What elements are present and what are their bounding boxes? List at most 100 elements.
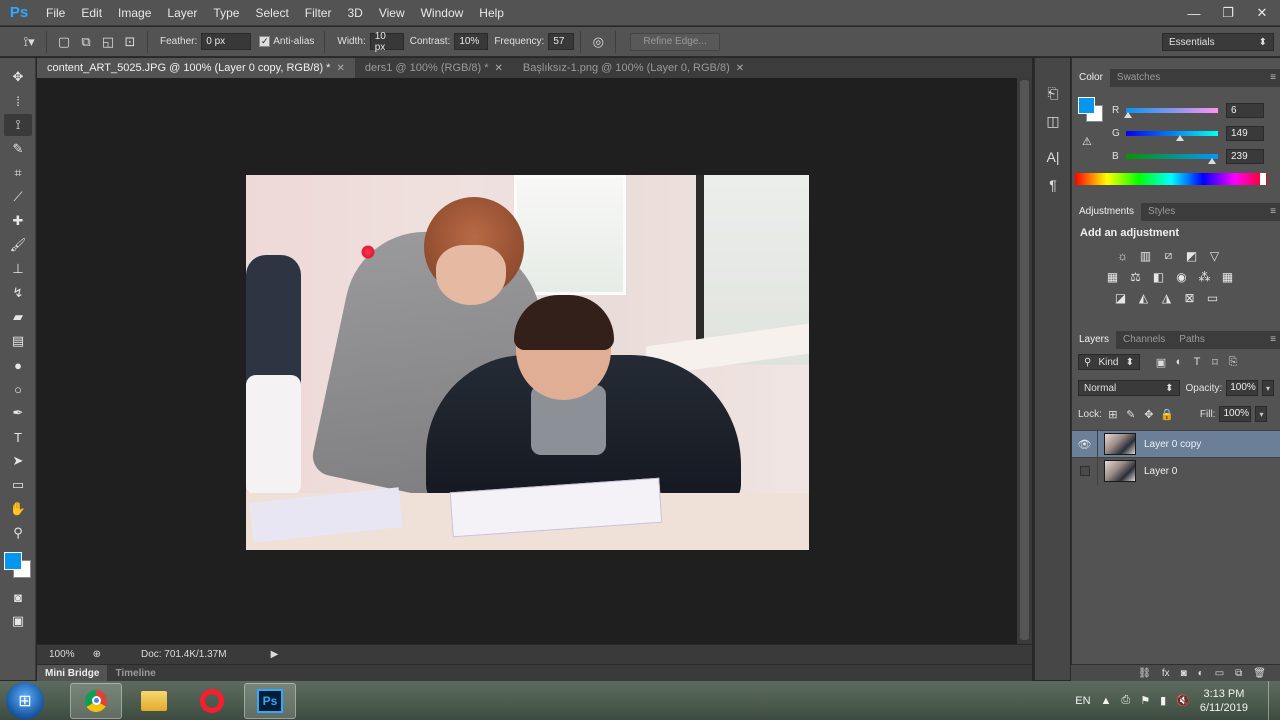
lasso-tool-icon[interactable]: ⟟ [4, 114, 32, 136]
dodge-tool-icon[interactable]: ○ [4, 378, 32, 400]
panel-menu-icon[interactable]: ≡ [1270, 72, 1276, 83]
tab-swatches[interactable]: Swatches [1110, 69, 1167, 87]
crop-tool-icon[interactable]: ⌗ [4, 162, 32, 184]
properties-panel-icon[interactable]: ◫ [1039, 110, 1067, 132]
workspace-select[interactable]: Essentials ⬍ [1162, 33, 1274, 51]
red-value[interactable]: 6 [1226, 102, 1264, 118]
type-filter-icon[interactable]: T [1190, 355, 1204, 369]
device-icon[interactable]: ⎙ [1121, 694, 1130, 707]
tab-color[interactable]: Color [1072, 69, 1110, 87]
black-white-icon[interactable]: ◧ [1150, 268, 1167, 285]
menu-edit[interactable]: Edit [73, 0, 110, 26]
opacity-input[interactable]: 100% [1226, 380, 1259, 396]
clock[interactable]: 3:13 PM 6/11/2019 [1200, 687, 1248, 715]
blur-tool-icon[interactable]: ● [4, 354, 32, 376]
close-button[interactable]: ✕ [1252, 5, 1272, 21]
threshold-icon[interactable]: ◮ [1158, 289, 1175, 306]
posterize-icon[interactable]: ◭ [1135, 289, 1152, 306]
path-selection-tool-icon[interactable]: ➤ [4, 450, 32, 472]
blue-thumb[interactable] [1208, 157, 1217, 164]
blue-slider[interactable]: B 239 [1112, 148, 1280, 164]
eraser-tool-icon[interactable]: ▰ [4, 306, 32, 328]
menu-3d[interactable]: 3D [339, 0, 370, 26]
red-slider[interactable]: R 6 [1112, 102, 1280, 118]
shape-filter-icon[interactable]: ⌑ [1208, 355, 1222, 369]
blend-mode-select[interactable]: Normal ⬍ [1078, 380, 1180, 396]
vibrance-icon[interactable]: ▽ [1206, 247, 1223, 264]
close-icon[interactable]: ✕ [495, 63, 503, 74]
frequency-input[interactable]: 57 [548, 33, 575, 50]
lock-all-icon[interactable]: 🔒 [1160, 407, 1174, 421]
tab-paths[interactable]: Paths [1172, 331, 1212, 349]
character-panel-icon[interactable]: A| [1039, 146, 1067, 168]
show-desktop-button[interactable] [1268, 681, 1280, 720]
blue-track[interactable] [1126, 153, 1218, 164]
history-brush-tool-icon[interactable]: ↯ [4, 282, 32, 304]
layer-style-icon[interactable]: fx [1162, 668, 1170, 679]
layer-row-layer-0[interactable]: Layer 0 [1072, 457, 1280, 485]
marquee-tool-icon[interactable]: ⁞ [4, 90, 32, 112]
tab-adjustments[interactable]: Adjustments [1072, 203, 1142, 221]
brush-tool-icon[interactable]: 🖌 [4, 234, 32, 256]
start-button[interactable]: ⊞ [6, 681, 44, 720]
volume-icon[interactable]: 🔇 [1176, 694, 1190, 707]
new-adjustment-layer-icon[interactable]: ◐ [1198, 668, 1204, 679]
gamut-warning-icon[interactable]: ⚠ [1082, 135, 1092, 148]
taskbar-chrome[interactable] [70, 682, 122, 719]
lock-image-icon[interactable]: ✎ [1124, 407, 1138, 421]
history-panel-icon[interactable]: ⎗ [1039, 82, 1067, 104]
flag-icon[interactable]: ⚑ [1140, 694, 1150, 707]
color-spectrum-bar[interactable] [1075, 173, 1267, 185]
pixel-filter-icon[interactable]: ▣ [1154, 355, 1168, 369]
color-balance-icon[interactable]: ⚖ [1127, 268, 1144, 285]
gradient-map-icon[interactable]: ▭ [1204, 289, 1221, 306]
status-menu-icon[interactable]: ▶ [271, 649, 279, 660]
adjustment-filter-icon[interactable]: ◐ [1172, 355, 1186, 369]
move-tool-icon[interactable]: ✥ [4, 66, 32, 88]
exposure-icon[interactable]: ◩ [1183, 247, 1200, 264]
show-hidden-icons-icon[interactable]: ▲ [1101, 695, 1112, 707]
color-lookup-icon[interactable]: ▦ [1219, 268, 1236, 285]
menu-filter[interactable]: Filter [297, 0, 340, 26]
menu-layer[interactable]: Layer [159, 0, 205, 26]
menu-window[interactable]: Window [413, 0, 472, 26]
photo-filter-icon[interactable]: ◉ [1173, 268, 1190, 285]
document-image[interactable] [246, 175, 809, 550]
doc-tab-ders1[interactable]: ders1 @ 100% (RGB/8) * ✕ [355, 58, 513, 78]
layer-filter-select[interactable]: ⚲ Kind ⬍ [1078, 354, 1140, 370]
blue-value[interactable]: 239 [1226, 148, 1264, 164]
antialias-checkbox[interactable]: ✓ [259, 36, 271, 47]
menu-select[interactable]: Select [247, 0, 296, 26]
foreground-color-swatch[interactable] [1078, 97, 1095, 114]
tab-styles[interactable]: Styles [1141, 203, 1182, 221]
eyedropper-tool-icon[interactable]: ⟋ [4, 186, 32, 208]
doc-tab-basliksiz[interactable]: Başlıksız-1.png @ 100% (Layer 0, RGB/8) … [513, 58, 754, 78]
selective-color-icon[interactable]: ⊠ [1181, 289, 1198, 306]
fill-input[interactable]: 100% [1219, 406, 1252, 422]
healing-brush-tool-icon[interactable]: ✚ [4, 210, 32, 232]
intersect-selection-icon[interactable]: ⊡ [119, 32, 141, 52]
green-track[interactable] [1126, 130, 1218, 141]
invert-icon[interactable]: ◪ [1112, 289, 1129, 306]
close-icon[interactable]: ✕ [736, 63, 744, 74]
quick-mask-icon[interactable]: ◙ [4, 586, 32, 608]
green-thumb[interactable] [1175, 134, 1184, 141]
delete-layer-icon[interactable]: 🗑 [1253, 668, 1266, 679]
spectrum-white-swatch[interactable] [1260, 173, 1266, 185]
width-input[interactable]: 10 px [369, 31, 404, 53]
vertical-scrollbar[interactable] [1017, 78, 1032, 644]
canvas-area[interactable] [37, 78, 1017, 644]
doc-tab-content-art[interactable]: content_ART_5025.JPG @ 100% (Layer 0 cop… [37, 58, 355, 78]
fill-dropdown-icon[interactable]: ▾ [1255, 406, 1268, 422]
tab-mini-bridge[interactable]: Mini Bridge [37, 664, 108, 682]
smart-object-filter-icon[interactable]: ⎘ [1226, 355, 1240, 369]
contrast-input[interactable]: 10% [454, 33, 489, 50]
brightness-icon[interactable]: ☼ [1114, 247, 1131, 264]
tab-channels[interactable]: Channels [1116, 331, 1172, 349]
menu-help[interactable]: Help [471, 0, 512, 26]
language-indicator[interactable]: EN [1075, 695, 1090, 707]
lock-position-icon[interactable]: ✥ [1142, 407, 1156, 421]
new-group-icon[interactable]: ▭ [1215, 668, 1224, 679]
status-info-icon[interactable]: ⊕ [93, 649, 101, 660]
rectangle-tool-icon[interactable]: ▭ [4, 474, 32, 496]
